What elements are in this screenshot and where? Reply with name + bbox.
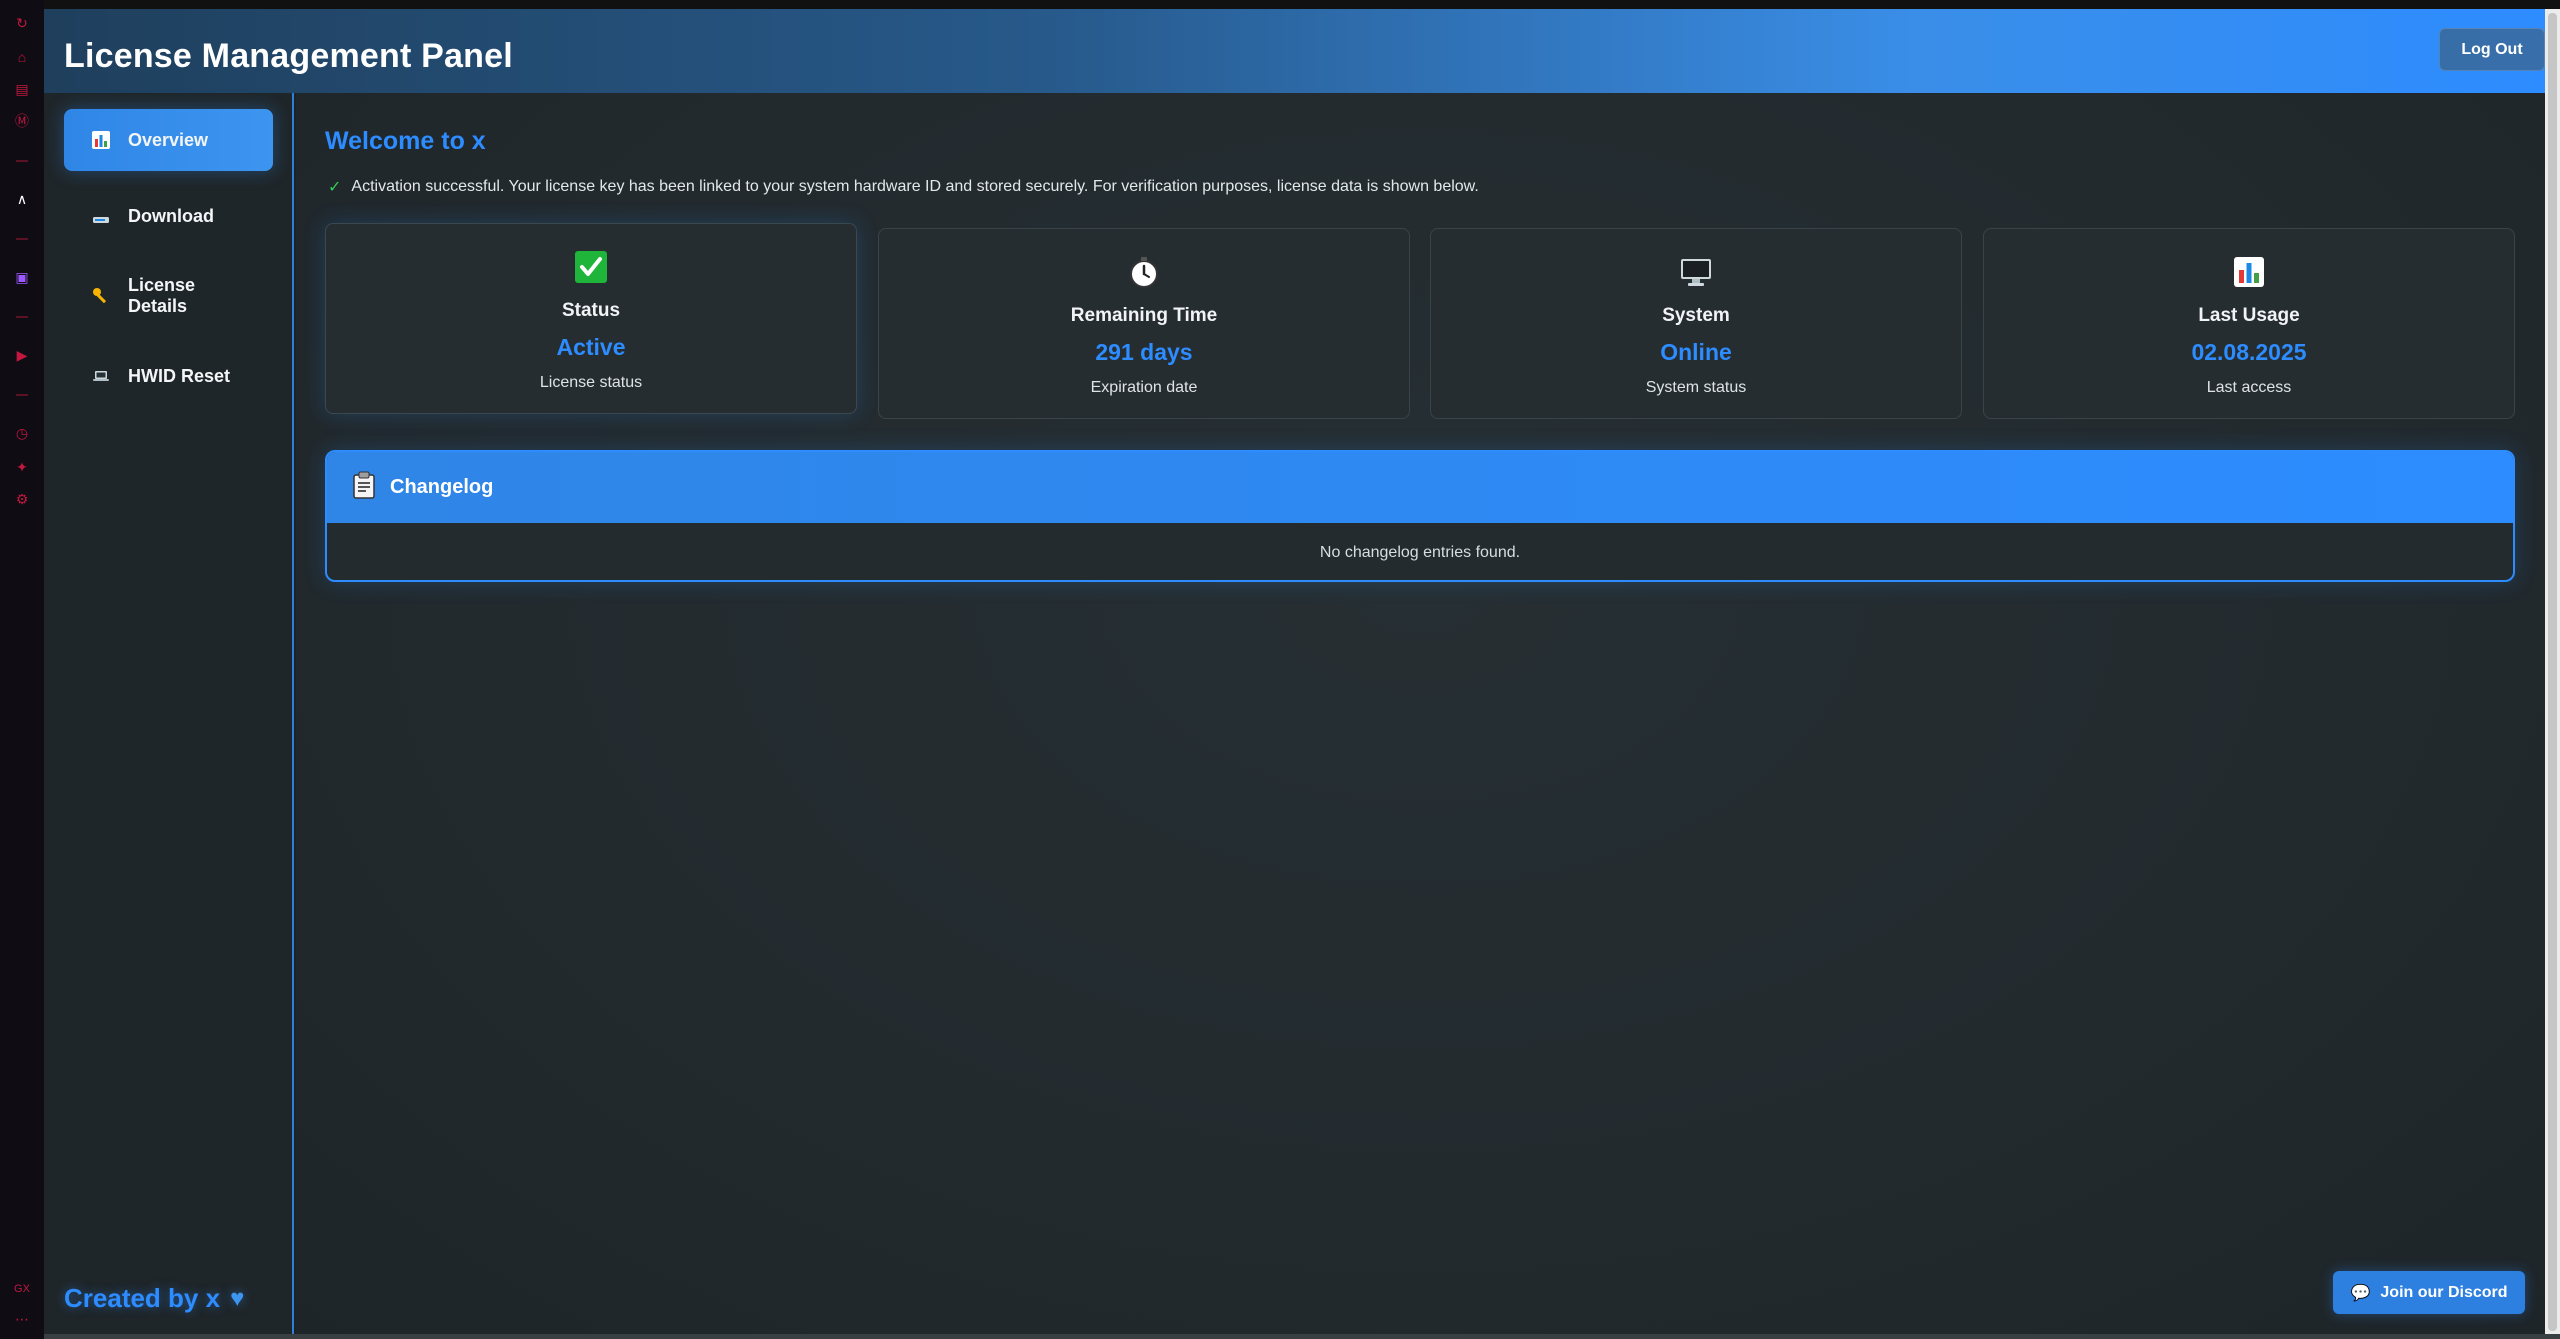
system-card: System Online System status xyxy=(1430,228,1962,419)
clipboard-icon xyxy=(352,471,376,504)
chat-bubble-icon: 💬 xyxy=(2350,1284,2371,1302)
download-icon xyxy=(91,206,111,226)
activation-message: ✓ Activation successful. Your license ke… xyxy=(328,177,1479,197)
logout-button[interactable]: Log Out xyxy=(2439,28,2545,71)
changelog-header: Changelog xyxy=(327,452,2513,523)
card-title: Last Usage xyxy=(2198,305,2300,326)
card-value: 02.08.2025 xyxy=(2191,339,2307,365)
changelog-empty-text: No changelog entries found. xyxy=(1319,544,1521,561)
card-value: Online xyxy=(1660,339,1732,365)
activation-text: Activation successful. Your license key … xyxy=(351,178,1479,195)
more-icon[interactable]: ⋯ xyxy=(13,1310,31,1328)
changelog-panel: Changelog No changelog entries found. xyxy=(325,450,2515,582)
card-title: Remaining Time xyxy=(1070,305,1218,326)
card-value: Active xyxy=(556,334,626,360)
scrollbar[interactable] xyxy=(2545,9,2560,1339)
browser-sidebar: ↻ ⌂ ▤ Ⓜ ∧ ▣ ▶ ◷ ✦ ⚙ GX ⋯ xyxy=(0,0,44,1339)
gx-logo-icon[interactable]: GX xyxy=(13,1280,31,1298)
remaining-time-card: Remaining Time 291 days Expiration date xyxy=(878,228,1410,419)
scrollbar-thumb[interactable] xyxy=(2548,13,2557,1331)
horizontal-scrollbar[interactable] xyxy=(44,1334,2560,1339)
discord-button-label: Join our Discord xyxy=(2380,1283,2508,1301)
main-content: Welcome to x ✓ Activation successful. Yo… xyxy=(296,93,2545,1334)
card-subtitle: System status xyxy=(1645,379,1747,396)
browser-top-edge xyxy=(44,0,2560,9)
status-card: Status Active License status xyxy=(325,223,857,414)
card-subtitle: Last access xyxy=(2206,379,2292,396)
changelog-title: Changelog xyxy=(390,476,494,498)
card-subtitle: License status xyxy=(539,374,643,391)
sidebar-item-hwid-reset[interactable]: HWID Reset xyxy=(64,345,273,407)
sidebar: Overview Download License Details HWID R… xyxy=(44,93,294,1334)
bar-chart-icon xyxy=(1984,255,2514,289)
sidebar-item-download[interactable]: Download xyxy=(64,185,273,247)
laptop-icon xyxy=(91,366,111,386)
checkbox-icon xyxy=(326,250,856,284)
sidebar-item-label: License Details xyxy=(128,275,196,316)
sidebar-item-label: HWID Reset xyxy=(128,365,231,386)
welcome-heading: Welcome to x xyxy=(325,127,486,155)
app-header: License Management Panel Log Out xyxy=(44,9,2545,93)
sidebar-item-license-details[interactable]: License Details xyxy=(64,261,273,331)
created-by-text: Created by x xyxy=(64,1283,221,1313)
card-title: Status xyxy=(561,300,621,321)
sidebar-item-label: Download xyxy=(128,205,214,226)
player-icon[interactable]: ▶ xyxy=(13,346,31,364)
card-value: 291 days xyxy=(1095,339,1193,365)
check-icon: ✓ xyxy=(328,179,342,196)
bar-chart-icon xyxy=(91,130,111,150)
card-title: System xyxy=(1662,305,1730,326)
strip-divider xyxy=(16,160,28,162)
extensions-icon[interactable]: ✦ xyxy=(13,458,31,476)
stopwatch-icon xyxy=(879,255,1409,289)
app-icon[interactable]: ∧ xyxy=(13,190,31,208)
monitor-icon xyxy=(1431,255,1961,289)
strip-divider xyxy=(16,238,28,240)
heart-icon: ♥ xyxy=(230,1284,245,1312)
sidebar-item-overview[interactable]: Overview xyxy=(64,109,273,171)
page-title: License Management Panel xyxy=(64,37,513,75)
news-icon[interactable]: ▤ xyxy=(13,80,31,98)
key-icon xyxy=(91,286,111,306)
last-usage-card: Last Usage 02.08.2025 Last access xyxy=(1983,228,2515,419)
strip-divider xyxy=(16,316,28,318)
card-subtitle: Expiration date xyxy=(1090,379,1198,396)
history-icon[interactable]: ◷ xyxy=(13,424,31,442)
settings-icon[interactable]: ⚙ xyxy=(13,490,31,508)
join-discord-button[interactable]: 💬 Join our Discord xyxy=(2333,1271,2525,1314)
store-icon[interactable]: ⌂ xyxy=(13,48,31,66)
sidebar-item-label: Overview xyxy=(128,129,209,150)
mail-icon[interactable]: Ⓜ xyxy=(13,112,31,130)
created-by-footer: Created by x ♥ xyxy=(64,1283,244,1314)
twitch-icon[interactable]: ▣ xyxy=(13,268,31,286)
strip-divider xyxy=(16,394,28,396)
speed-dial-icon[interactable]: ↻ xyxy=(13,14,31,32)
